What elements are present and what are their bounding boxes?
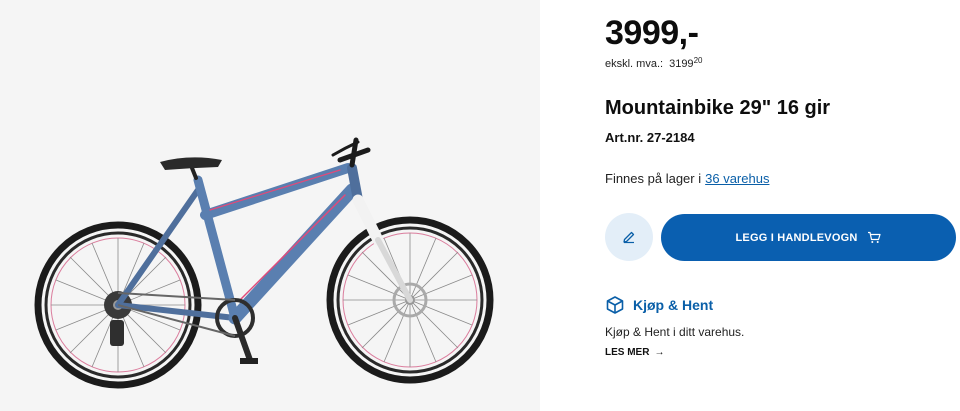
saddle (160, 157, 222, 170)
product-image[interactable] (0, 0, 540, 411)
stock-text: Finnes på lager i (605, 171, 702, 186)
click-collect-header: Kjøp & Hent (605, 295, 713, 315)
product-title: Mountainbike 29" 16 gir (605, 97, 831, 119)
article-number: Art.nr. 27-2184 (605, 130, 695, 145)
price-excl-label: ekskl. mva.: (605, 58, 664, 70)
edit-button[interactable] (605, 213, 653, 261)
arrow-right-icon: → (654, 347, 665, 358)
read-more-link[interactable]: LES MER → (605, 347, 664, 358)
click-collect-title: Kjøp & Hent (633, 297, 714, 313)
add-to-cart-button[interactable]: LEGG I HANDLEVOGN (661, 214, 956, 261)
stock-status: Finnes på lager i 36 varehus (605, 171, 769, 186)
bike-illustration (34, 137, 494, 389)
product-price: 3999,- (605, 14, 699, 52)
click-collect-description: Kjøp & Hent i ditt varehus. (605, 325, 745, 339)
price-excl-value: 319920 (669, 56, 703, 70)
price-excl-cents: 20 (693, 56, 703, 65)
read-more-label: LES MER (605, 347, 650, 358)
product-info: 3999,- ekskl. mva.: 319920 Mountainbike 2… (605, 0, 960, 411)
pencil-icon (623, 231, 635, 244)
price-excl-main: 3199 (669, 58, 694, 70)
add-to-cart-label: LEGG I HANDLEVOGN (735, 231, 858, 244)
price-excl-vat: ekskl. mva.: 319920 (605, 56, 703, 70)
handlebar (331, 137, 371, 168)
cart-icon (868, 231, 882, 243)
box-icon (606, 296, 624, 314)
store-count-link[interactable]: 36 varehus (705, 171, 769, 186)
